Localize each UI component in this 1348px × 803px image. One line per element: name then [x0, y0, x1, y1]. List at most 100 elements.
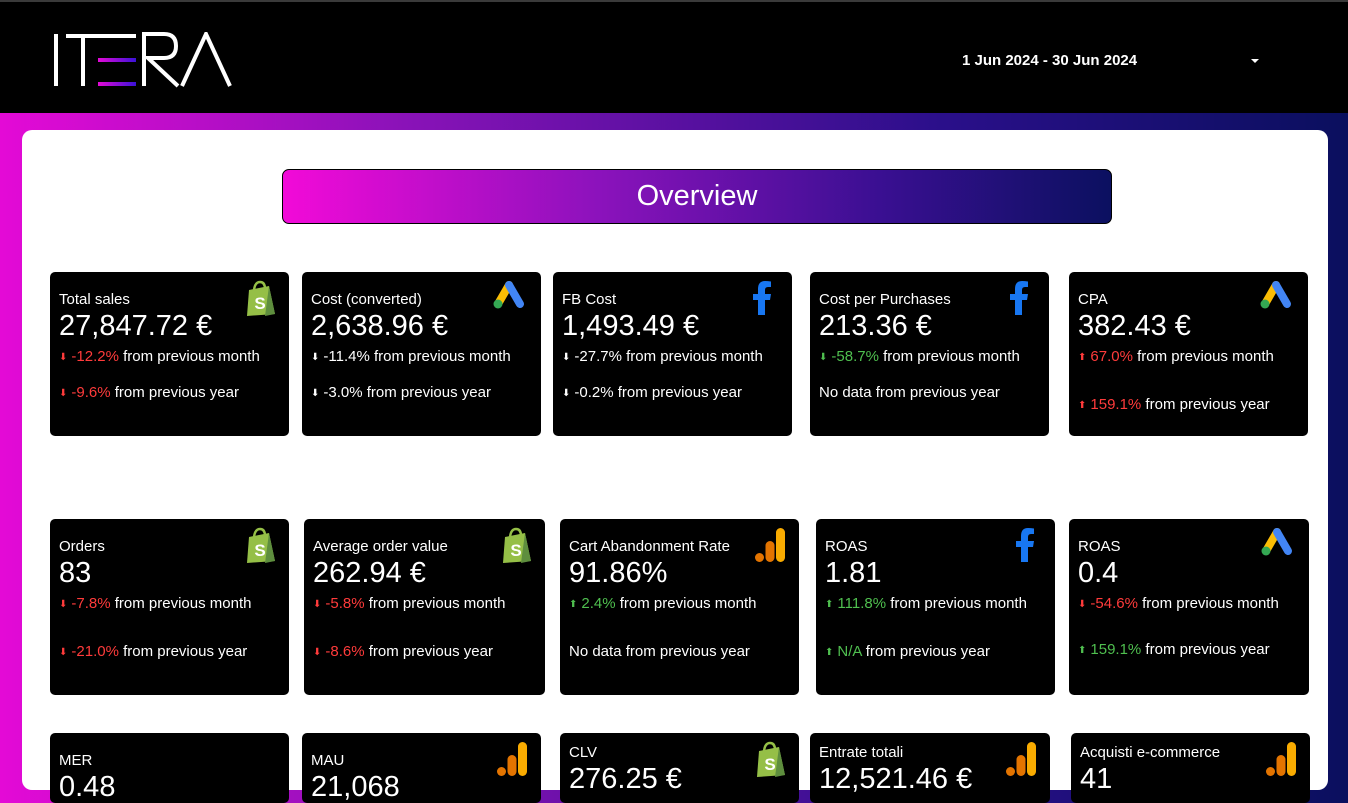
- comparison-label: from previous month: [615, 595, 757, 612]
- month-comparison: ⬆ 67.0% from previous month: [1078, 348, 1274, 365]
- comparison-label: from previous year: [861, 643, 990, 660]
- arrow-down-icon: ⬇: [59, 599, 68, 610]
- year-comparison: ⬇ -8.6% from previous year: [313, 643, 493, 660]
- arrow-up-icon: ⬆: [1078, 645, 1087, 656]
- comparison-label: from previous year: [1141, 641, 1270, 658]
- top-bar: 1 Jun 2024 - 30 Jun 2024: [0, 0, 1348, 113]
- arrow-down-icon: ⬇: [562, 388, 571, 399]
- arrow-down-icon: ⬇: [59, 352, 68, 363]
- google-ads-icon: [491, 279, 527, 316]
- facebook-icon: [1009, 281, 1029, 320]
- year-comparison: No data from previous year: [569, 643, 750, 660]
- comparison-label: from previous year: [118, 643, 248, 660]
- kpi-title: MER: [59, 752, 93, 769]
- svg-text:S: S: [254, 541, 265, 560]
- google-ads-icon: [1259, 526, 1295, 563]
- kpi-value: 262.94 €: [313, 557, 426, 589]
- month-comparison: ⬇ -54.6% from previous month: [1078, 595, 1279, 612]
- arrow-down-icon: ⬇: [59, 647, 68, 658]
- arrow-down-icon: ⬇: [1078, 599, 1087, 610]
- change-percent: -58.7%: [831, 348, 879, 365]
- google-ads-icon: [1258, 279, 1294, 316]
- kpi-card: MAU 21,068: [302, 733, 541, 803]
- arrow-up-icon: ⬆: [825, 647, 834, 658]
- change-percent: -3.0%: [323, 384, 363, 401]
- facebook-icon: [752, 281, 772, 320]
- comparison-label: from previous month: [364, 595, 506, 612]
- svg-text:S: S: [254, 294, 265, 313]
- kpi-card: Orders 83 S ⬇ -7.8% from previous month ⬇ -21.…: [50, 519, 289, 695]
- year-comparison: No data from previous year: [819, 384, 1000, 401]
- month-comparison: ⬇ -58.7% from previous month: [819, 348, 1020, 365]
- comparison-label: from previous year: [364, 643, 493, 660]
- kpi-card: Cost per Purchases 213.36 € ⬇ -58.7% from p…: [810, 272, 1049, 436]
- arrow-up-icon: ⬆: [1078, 352, 1087, 363]
- change-percent: 159.1%: [1090, 641, 1142, 658]
- svg-text:S: S: [510, 541, 521, 560]
- kpi-title: Orders: [59, 538, 105, 555]
- year-comparison: ⬇ -9.6% from previous year: [59, 384, 239, 401]
- date-range-picker[interactable]: 1 Jun 2024 - 30 Jun 2024: [962, 52, 1137, 69]
- arrow-up-icon: ⬆: [1078, 400, 1087, 411]
- arrow-down-icon: ⬇: [819, 352, 828, 363]
- comparison-label: from previous month: [110, 595, 252, 612]
- kpi-title: Cost (converted): [311, 291, 422, 308]
- comparison-label: from previous month: [369, 348, 511, 365]
- comparison-label: from previous year: [110, 384, 239, 401]
- chevron-down-icon[interactable]: [1251, 59, 1259, 63]
- comparison-label: from previous month: [878, 348, 1020, 365]
- kpi-title: ROAS: [1078, 538, 1121, 555]
- change-percent: -0.2%: [574, 384, 614, 401]
- change-percent: 2.4%: [581, 595, 616, 612]
- arrow-down-icon: ⬇: [313, 647, 322, 658]
- arrow-down-icon: ⬇: [311, 352, 320, 363]
- change-percent: -21.0%: [71, 643, 119, 660]
- no-data-label: No data from previous year: [819, 384, 1000, 401]
- google-analytics-icon: [1005, 740, 1039, 783]
- kpi-card: ROAS 1.81 ⬆ 111.8% from previous month ⬆ N/A …: [816, 519, 1055, 695]
- no-data-label: No data from previous year: [569, 643, 750, 660]
- comparison-label: from previous month: [886, 595, 1027, 612]
- kpi-value: 0.48: [59, 771, 116, 803]
- change-percent: -54.6%: [1090, 595, 1138, 612]
- kpi-card: Average order value 262.94 € S ⬇ -5.8% from …: [304, 519, 545, 695]
- change-percent: -27.7%: [574, 348, 622, 365]
- kpi-title: CLV: [569, 744, 598, 761]
- kpi-title: Total sales: [59, 291, 130, 308]
- year-comparison: ⬇ -21.0% from previous year: [59, 643, 247, 660]
- kpi-card: Total sales 27,847.72 € S ⬇ -12.2% from prev…: [50, 272, 289, 436]
- arrow-down-icon: ⬇: [562, 352, 571, 363]
- change-percent: 159.1%: [1090, 396, 1142, 413]
- itera-logo: [54, 32, 232, 88]
- kpi-value: 27,847.72 €: [59, 310, 213, 342]
- kpi-value: 1.81: [825, 557, 882, 589]
- year-comparison: ⬇ -0.2% from previous year: [562, 384, 742, 401]
- change-percent: -12.2%: [71, 348, 119, 365]
- kpi-title: ROAS: [825, 538, 868, 555]
- kpi-title: Average order value: [313, 538, 448, 555]
- kpi-card: ROAS 0.4 ⬇ -54.6% from previous month ⬆ 159.1…: [1069, 519, 1309, 695]
- kpi-card: CPA 382.43 € ⬆ 67.0% from previous month ⬆ 15…: [1069, 272, 1308, 436]
- kpi-value: 0.4: [1078, 557, 1119, 589]
- kpi-card: FB Cost 1,493.49 € ⬇ -27.7% from previous m…: [553, 272, 792, 436]
- kpi-value: 382.43 €: [1078, 310, 1191, 342]
- change-percent: -9.6%: [71, 384, 111, 401]
- comparison-label: from previous month: [1137, 595, 1279, 612]
- change-percent: 67.0%: [1090, 348, 1133, 365]
- kpi-value: 91.86%: [569, 557, 668, 589]
- comparison-label: from previous year: [1141, 396, 1270, 413]
- year-comparison: ⬆ 159.1% from previous year: [1078, 641, 1270, 658]
- comparison-label: from previous month: [118, 348, 260, 365]
- kpi-title: CPA: [1078, 291, 1108, 308]
- year-comparison: ⬆ N/A from previous year: [825, 643, 990, 660]
- shopify-icon: S: [243, 280, 277, 323]
- change-percent: -7.8%: [71, 595, 111, 612]
- kpi-title: Acquisti e-commerce: [1080, 744, 1221, 761]
- shopify-icon: S: [753, 741, 787, 784]
- change-percent: -8.6%: [325, 643, 365, 660]
- kpi-value: 2,638.96 €: [311, 310, 449, 342]
- kpi-title: Cart Abandonment Rate: [569, 538, 730, 555]
- kpi-card: CLV 276.25 € S: [560, 733, 799, 803]
- facebook-icon: [1015, 528, 1035, 567]
- arrow-down-icon: ⬇: [311, 388, 320, 399]
